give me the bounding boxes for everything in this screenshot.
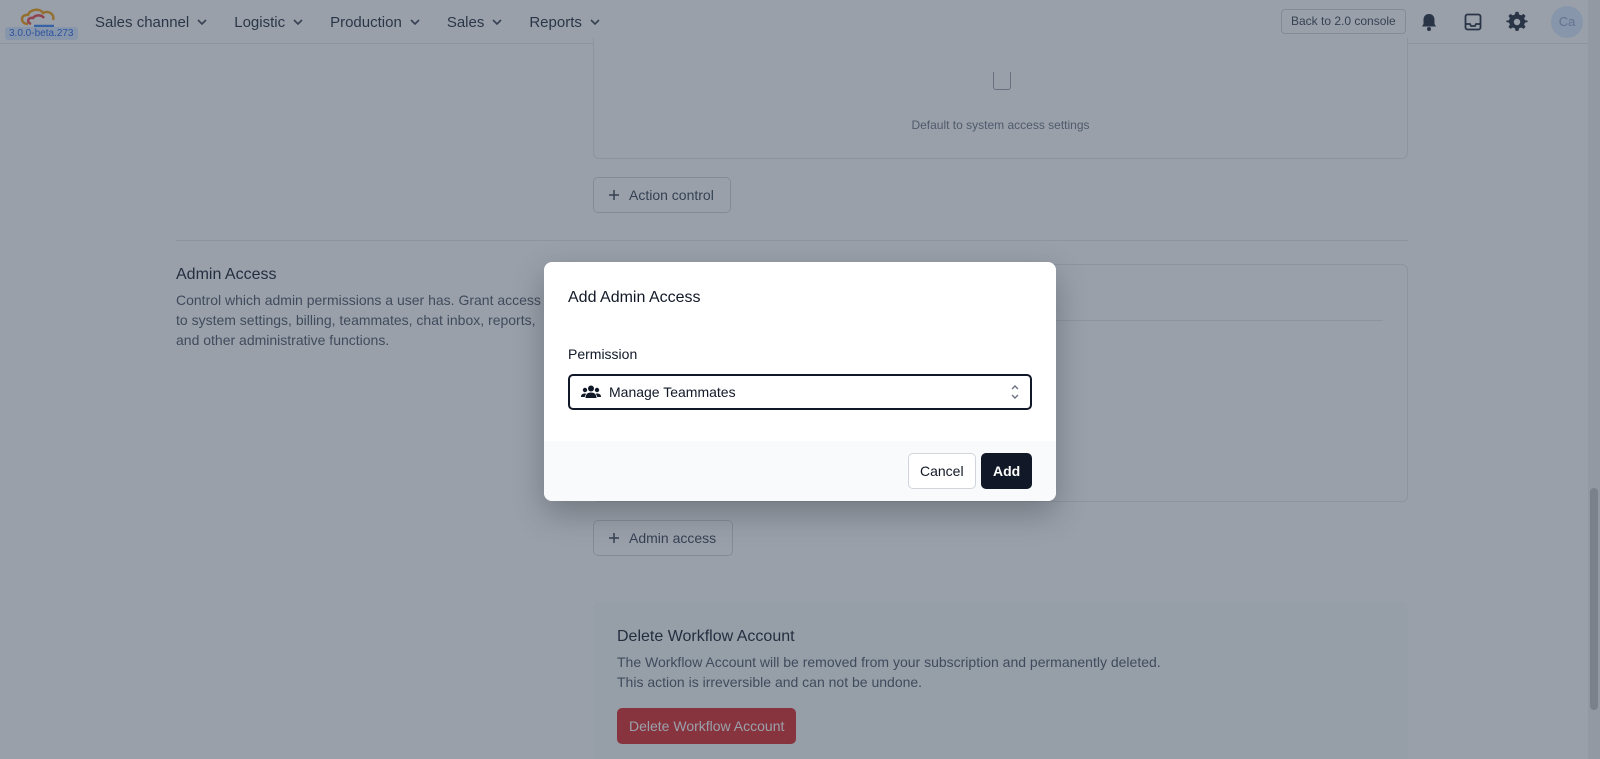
- add-admin-access-modal: Add Admin Access Permission Manage Teamm…: [544, 262, 1056, 501]
- permission-selected-value: Manage Teammates: [609, 384, 736, 400]
- add-button[interactable]: Add: [981, 453, 1033, 489]
- permission-label: Permission: [568, 346, 638, 362]
- permission-select[interactable]: Manage Teammates: [568, 374, 1032, 410]
- modal-footer: Cancel Add: [544, 441, 1056, 501]
- modal-title: Add Admin Access: [568, 289, 701, 306]
- chevron-up-down-icon: [1011, 385, 1019, 399]
- users-icon: [581, 385, 601, 398]
- cancel-button[interactable]: Cancel: [908, 453, 976, 489]
